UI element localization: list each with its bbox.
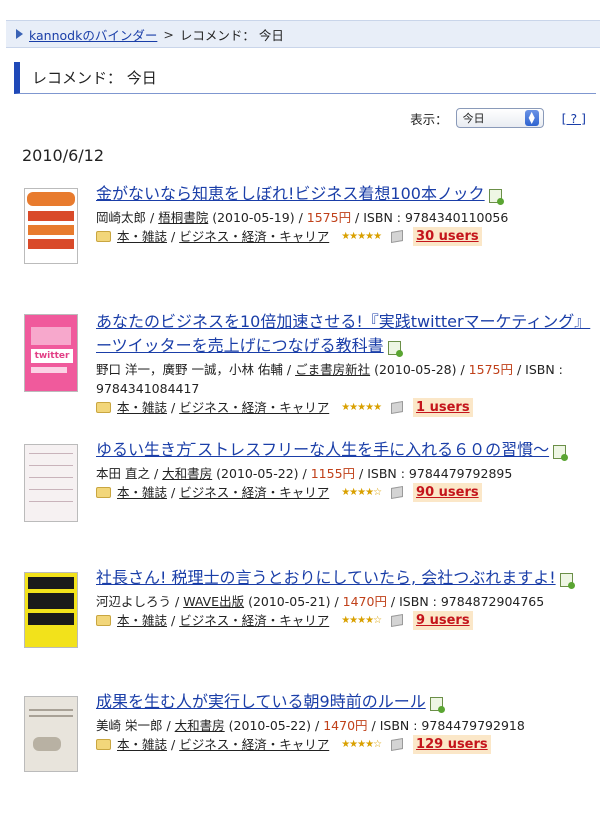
period-select[interactable]: 今日 ▲ ▼ — [455, 108, 544, 128]
add-note-icon[interactable] — [387, 340, 403, 357]
users-count-link[interactable]: 30 users — [413, 227, 482, 246]
rating-stars: ★★★★★ — [341, 231, 382, 242]
book-title-link[interactable]: あなたのビジネスを10倍加速させる!『実践twitterマーケティング』ーツイッ… — [96, 312, 590, 355]
breadcrumb-binder-link[interactable]: kannodkのバインダー — [29, 25, 157, 44]
folder-icon — [96, 739, 111, 750]
book-category: 本・雑誌 / ビジネス・経済・キャリア ★★★★★ 1 users — [96, 398, 596, 417]
rating-stars: ★★★★☆ — [341, 739, 382, 750]
book-meta: 本田 直之 / 大和書房 (2010-05-22) / 1155円 / ISBN… — [96, 466, 513, 481]
add-note-icon[interactable] — [553, 444, 569, 461]
folder-icon — [96, 487, 111, 498]
date-heading: 2010/6/12 — [22, 146, 105, 165]
book-item: twitter あなたのビジネスを10倍加速させる!『実践twitterマーケテ… — [22, 310, 598, 420]
book-category: 本・雑誌 / ビジネス・経済・キャリア ★★★★☆ 129 users — [96, 735, 596, 754]
book-category: 本・雑誌 / ビジネス・経済・キャリア ★★★★☆ 9 users — [96, 611, 596, 630]
box-icon — [391, 613, 404, 628]
users-count-link[interactable]: 90 users — [413, 483, 482, 502]
section-title: レコメンド： 今日 — [14, 62, 596, 94]
add-note-icon[interactable] — [429, 696, 445, 713]
rating-stars: ★★★★★ — [341, 402, 382, 413]
book-meta: 河辺よしろう / WAVE出版 (2010-05-21) / 1470円 / I… — [96, 594, 545, 609]
breadcrumb: kannodkのバインダー > レコメンド： 今日 — [6, 20, 600, 48]
folder-icon — [96, 402, 111, 413]
add-note-icon[interactable] — [559, 572, 575, 589]
book-meta: 岡崎太郎 / 梧桐書院 (2010-05-19) / 1575円 / ISBN … — [96, 210, 509, 225]
book-item: 金がないなら知恵をしぼれ!ビジネス着想100本ノック 岡崎太郎 / 梧桐書院 (… — [22, 182, 598, 270]
rating-stars: ★★★★☆ — [341, 487, 382, 498]
book-title-link[interactable]: ゆるい生き方 ̄ストレスフリーな人生を手に入れる６０の習慣〜 — [96, 440, 549, 459]
book-meta: 美崎 栄一郎 / 大和書房 (2010-05-22) / 1470円 / ISB… — [96, 718, 525, 733]
book-item: 成果を生む人が実行している朝9時前のルール 美崎 栄一郎 / 大和書房 (201… — [22, 690, 598, 780]
display-control: 表示： 今日 ▲ ▼ [ ? ] — [410, 108, 586, 128]
book-meta: 野口 洋一，廣野 一誠，小林 佑輔 / ごま書房新社 (2010-05-28) … — [96, 362, 563, 396]
box-icon — [391, 229, 404, 244]
rating-stars: ★★★★☆ — [341, 615, 382, 626]
book-title-link[interactable]: 金がないなら知恵をしぼれ!ビジネス着想100本ノック — [96, 184, 485, 203]
users-count-link[interactable]: 1 users — [413, 398, 473, 417]
book-cover[interactable]: twitter — [24, 314, 78, 392]
users-count-link[interactable]: 9 users — [413, 611, 473, 630]
add-note-icon[interactable] — [488, 188, 504, 205]
book-cover[interactable] — [24, 696, 78, 772]
box-icon — [391, 400, 404, 415]
book-item: ゆるい生き方 ̄ストレスフリーな人生を手に入れる６０の習慣〜 本田 直之 / 大… — [22, 438, 598, 528]
box-icon — [391, 485, 404, 500]
users-count-link[interactable]: 129 users — [413, 735, 491, 754]
folder-icon — [96, 231, 111, 242]
help-link[interactable]: [ ? ] — [562, 111, 586, 126]
book-cover[interactable] — [24, 188, 78, 264]
select-arrows-icon: ▲ ▼ — [524, 110, 539, 126]
book-category: 本・雑誌 / ビジネス・経済・キャリア ★★★★☆ 90 users — [96, 483, 596, 502]
display-label: 表示： — [410, 111, 448, 127]
book-category: 本・雑誌 / ビジネス・経済・キャリア ★★★★★ 30 users — [96, 227, 596, 246]
box-icon — [391, 737, 404, 752]
breadcrumb-separator: > — [163, 26, 174, 42]
book-title-link[interactable]: 成果を生む人が実行している朝9時前のルール — [96, 692, 426, 711]
period-select-value: 今日 — [462, 112, 485, 125]
book-title-link[interactable]: 社長さん! 税理士の言うとおりにしていたら, 会社つぶれますよ! — [96, 568, 556, 587]
breadcrumb-current: レコメンド： 今日 — [179, 27, 284, 43]
book-item: 社長さん! 税理士の言うとおりにしていたら, 会社つぶれますよ! 河辺よしろう … — [22, 566, 598, 656]
folder-icon — [96, 615, 111, 626]
book-cover[interactable] — [24, 572, 78, 648]
triangle-right-icon — [16, 29, 23, 39]
book-cover[interactable] — [24, 444, 78, 522]
